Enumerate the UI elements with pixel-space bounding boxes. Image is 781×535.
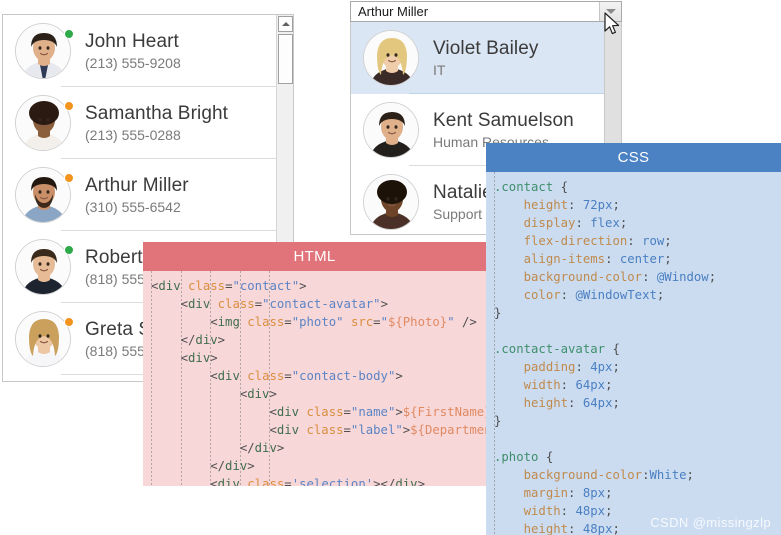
avatar	[15, 239, 71, 295]
css-code-body[interactable]: .contact { height: 72px; display: flex; …	[486, 172, 781, 535]
contact-label: (213) 555-0288	[85, 126, 181, 143]
contact-name: John Heart	[85, 30, 179, 52]
contact-avatar	[15, 95, 74, 151]
css-panel-title: CSS	[486, 143, 781, 172]
code-line: <div class="name">${FirstName} {LastName…	[151, 405, 486, 419]
avatar	[15, 167, 71, 223]
contact-avatar	[15, 311, 74, 367]
contact-label: (213) 555-9208	[85, 54, 181, 71]
combobox-value: Arthur Miller	[358, 4, 429, 19]
avatar	[15, 311, 71, 367]
code-line: margin: 8px;	[494, 486, 613, 500]
code-line: <img class="photo" src="${Photo}" />	[151, 315, 477, 329]
contact-row[interactable]: John Heart (213) 555-9208	[3, 15, 293, 87]
code-line: <div class='selection'></div>	[151, 477, 425, 486]
scrollbar-thumb[interactable]	[278, 34, 293, 84]
code-line: align-items: center;	[494, 252, 672, 266]
code-line: height: 72px;	[494, 198, 620, 212]
code-line: <div>	[151, 387, 277, 401]
contact-avatar	[363, 102, 419, 158]
contact-avatar	[363, 174, 419, 230]
code-line: background-color:White;	[494, 468, 694, 482]
contact-name: Violet Bailey	[433, 37, 539, 59]
html-panel-title: HTML	[143, 242, 486, 271]
avatar	[363, 30, 419, 86]
contact-row[interactable]: Arthur Miller (310) 555-6542	[3, 159, 293, 231]
contact-avatar	[15, 239, 74, 295]
mouse-cursor	[604, 12, 622, 38]
code-line: color: @WindowText;	[494, 288, 665, 302]
code-line: .contact {	[494, 180, 569, 194]
contact-name: Arthur Miller	[85, 174, 189, 196]
code-line: <div class="contact-avatar">	[151, 297, 388, 311]
code-line: padding: 4px;	[494, 360, 620, 374]
code-line: display: flex;	[494, 216, 628, 230]
scroll-up-button[interactable]	[278, 16, 293, 32]
code-line: <div>	[151, 351, 218, 365]
code-line: <div class="contact-body">	[151, 369, 403, 383]
contact-body: John Heart (213) 555-9208	[85, 30, 181, 73]
contact-label: IT	[433, 61, 446, 78]
contact-body: Samantha Bright (213) 555-0288	[85, 102, 228, 145]
contact-row[interactable]: Samantha Bright (213) 555-0288	[3, 87, 293, 159]
contact-row[interactable]: Violet Bailey IT	[351, 22, 621, 94]
code-line: .contact-avatar {	[494, 342, 620, 356]
status-indicator-dot	[64, 29, 74, 39]
screenshot-root: John Heart (213) 555-9208 Samantha Bright (…	[0, 0, 781, 535]
contact-name: Samantha Bright	[85, 102, 229, 124]
code-line: flex-direction: row;	[494, 234, 672, 248]
code-line: </div>	[151, 459, 255, 473]
avatar	[15, 23, 71, 79]
contact-body: Violet Bailey IT	[433, 37, 539, 80]
status-indicator-dot	[64, 245, 74, 255]
code-line: }	[494, 306, 502, 320]
watermark: CSDN @missingzlp	[650, 515, 771, 530]
avatar	[363, 102, 419, 158]
contact-label: (310) 555-6542	[85, 198, 181, 215]
contact-avatar	[363, 30, 419, 86]
contact-combobox[interactable]: Arthur Miller	[350, 1, 622, 22]
html-code-panel: HTML <div class="contact"> <div class="c…	[143, 242, 486, 486]
contact-avatar	[15, 167, 74, 223]
css-code-panel: CSS .contact { height: 72px; display: fl…	[486, 143, 781, 535]
html-code-body[interactable]: <div class="contact"> <div class="contac…	[143, 271, 486, 486]
avatar	[15, 95, 71, 151]
status-indicator-dot	[64, 317, 74, 327]
status-indicator-dot	[64, 101, 74, 111]
code-line: .photo {	[494, 450, 554, 464]
code-line: <div class="contact">	[151, 279, 307, 293]
code-line: </div>	[151, 333, 226, 347]
code-line: <div class="label">${Department}</div>	[151, 423, 486, 437]
avatar	[363, 174, 419, 230]
code-line: }	[494, 414, 502, 428]
code-line: width: 64px;	[494, 378, 613, 392]
code-line: height: 64px;	[494, 396, 620, 410]
code-line: background-color: @Window;	[494, 270, 717, 284]
triangle-up-icon	[281, 22, 290, 26]
contact-avatar	[15, 23, 74, 79]
contact-name: Kent Samuelson	[433, 109, 574, 131]
status-indicator-dot	[64, 173, 74, 183]
code-line: </div>	[151, 441, 285, 455]
contact-body: Arthur Miller (310) 555-6542	[85, 174, 189, 217]
